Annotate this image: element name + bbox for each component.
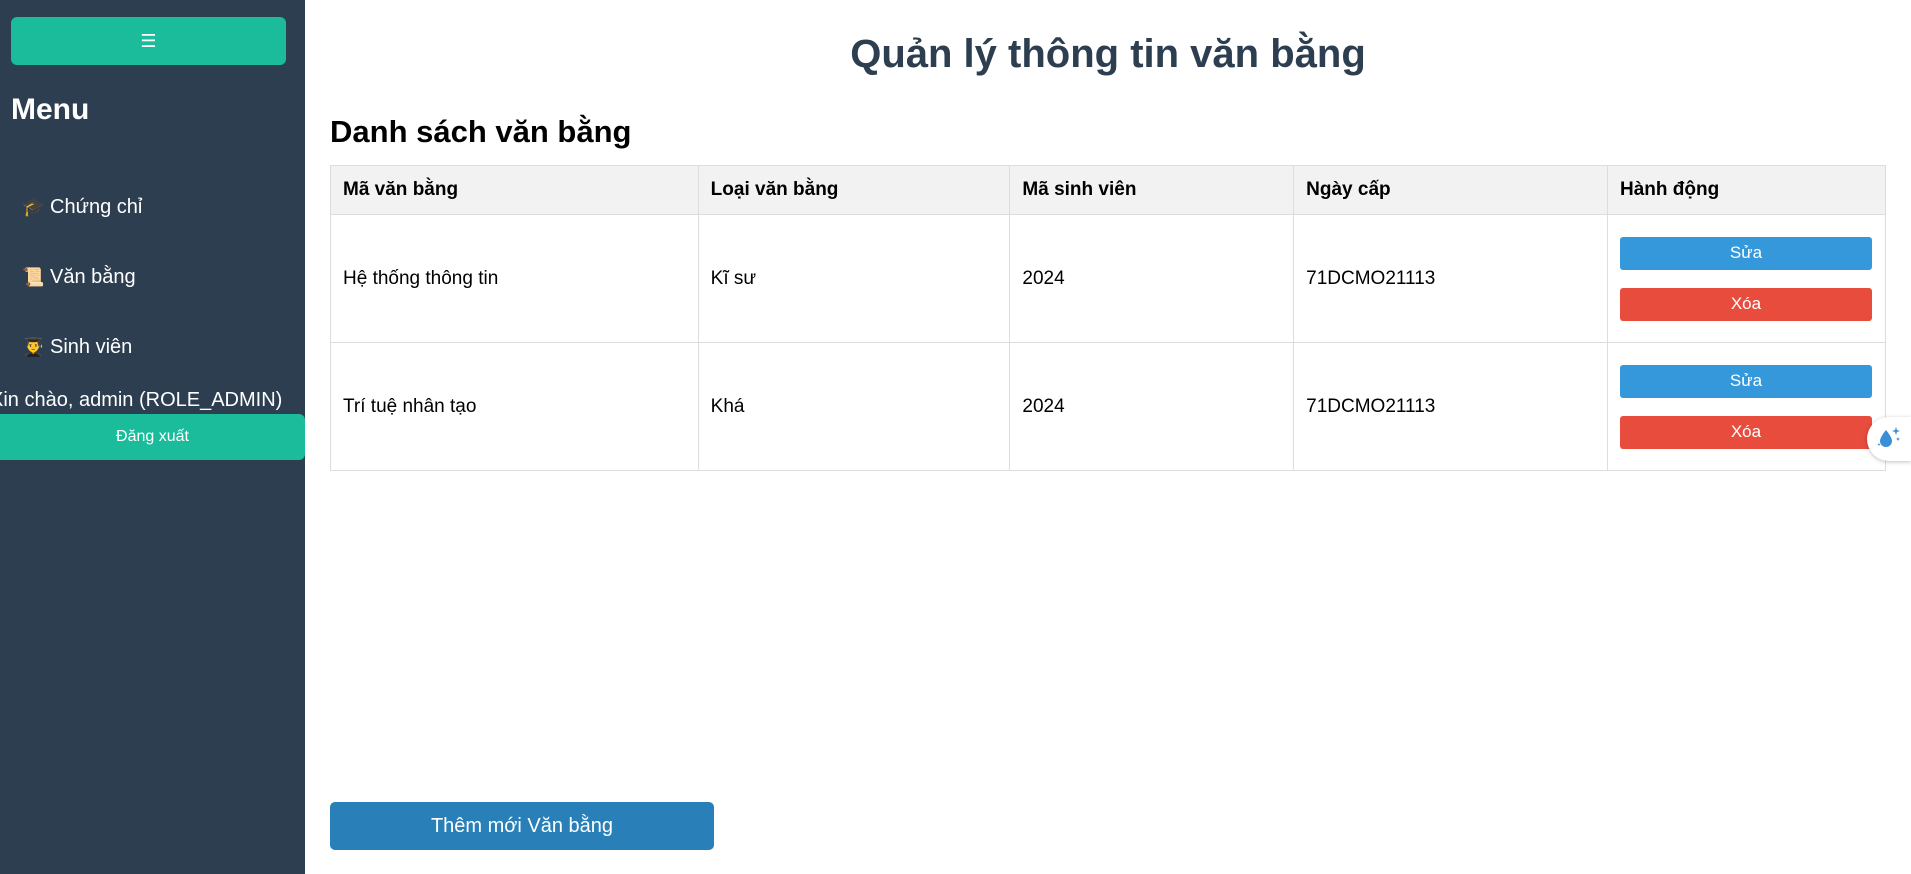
action-cell: Sửa Xóa xyxy=(1606,214,1887,343)
page-title: Quản lý thông tin văn bằng xyxy=(850,32,1366,76)
student-icon: 👨‍🎓 xyxy=(22,337,45,358)
sidebar-item-van-bang[interactable]: 📜 Văn bằng xyxy=(22,266,136,289)
delete-button[interactable]: Xóa xyxy=(1619,415,1872,449)
main-content: Quản lý thông tin văn bằng Danh sách văn… xyxy=(305,0,1911,874)
table-cell: 2024 xyxy=(1009,214,1295,343)
menu-title: Menu xyxy=(11,93,90,126)
sidebar-item-chung-chi[interactable]: 🎓 Chứng chỉ xyxy=(22,196,142,219)
scroll-icon: 📜 xyxy=(22,267,45,288)
column-header-loai-van-bang: Loại văn bằng xyxy=(697,165,1011,215)
hamburger-icon: ☰ xyxy=(140,30,157,52)
sidebar-item-label: Văn bằng xyxy=(50,266,136,288)
section-title: Danh sách văn bằng xyxy=(330,114,632,149)
table-row: Trí tuệ nhân tạo Khá 2024 71DCMO21113 Sử… xyxy=(330,342,1887,471)
add-degree-button[interactable]: Thêm mới Văn bằng xyxy=(330,802,714,850)
water-drop-sparkle-icon xyxy=(1876,424,1902,455)
table-row: Hệ thống thông tin Kĩ sư 2024 71DCMO2111… xyxy=(330,214,1887,343)
column-header-hanh-dong: Hành động xyxy=(1606,165,1887,215)
sidebar-item-label: Chứng chỉ xyxy=(50,196,143,218)
table-cell: 71DCMO21113 xyxy=(1293,342,1608,471)
floating-extension-widget[interactable] xyxy=(1867,417,1911,461)
table-cell: Trí tuệ nhân tạo xyxy=(330,342,699,471)
sidebar-item-sinh-vien[interactable]: 👨‍🎓 Sinh viên xyxy=(22,336,132,359)
edit-button[interactable]: Sửa xyxy=(1619,236,1872,270)
delete-button[interactable]: Xóa xyxy=(1619,287,1872,321)
sidebar: ☰ Menu 🎓 Chứng chỉ 📜 Văn bằng 👨‍🎓 Sinh v… xyxy=(0,0,305,874)
edit-button[interactable]: Sửa xyxy=(1619,364,1872,398)
table-cell: Kĩ sư xyxy=(697,214,1011,343)
degree-table: Mã văn bằng Loại văn bằng Mã sinh viên N… xyxy=(330,165,1887,471)
column-header-ma-sinh-vien: Mã sinh viên xyxy=(1009,165,1295,215)
table-header-row: Mã văn bằng Loại văn bằng Mã sinh viên N… xyxy=(330,165,1887,215)
table-cell: 2024 xyxy=(1009,342,1295,471)
column-header-ma-van-bang: Mã văn bằng xyxy=(330,165,699,215)
column-header-ngay-cap: Ngày cấp xyxy=(1293,165,1608,215)
sidebar-item-label: Sinh viên xyxy=(50,336,133,358)
greeting-text: Xin chào, admin (ROLE_ADMIN) xyxy=(0,389,283,411)
logout-button[interactable]: Đăng xuất xyxy=(0,414,305,460)
graduation-cap-icon: 🎓 xyxy=(22,197,45,218)
action-cell: Sửa Xóa xyxy=(1606,342,1887,471)
table-cell: Hệ thống thông tin xyxy=(330,214,699,343)
menu-toggle-button[interactable]: ☰ xyxy=(11,17,286,65)
table-cell: Khá xyxy=(697,342,1011,471)
table-cell: 71DCMO21113 xyxy=(1293,214,1608,343)
